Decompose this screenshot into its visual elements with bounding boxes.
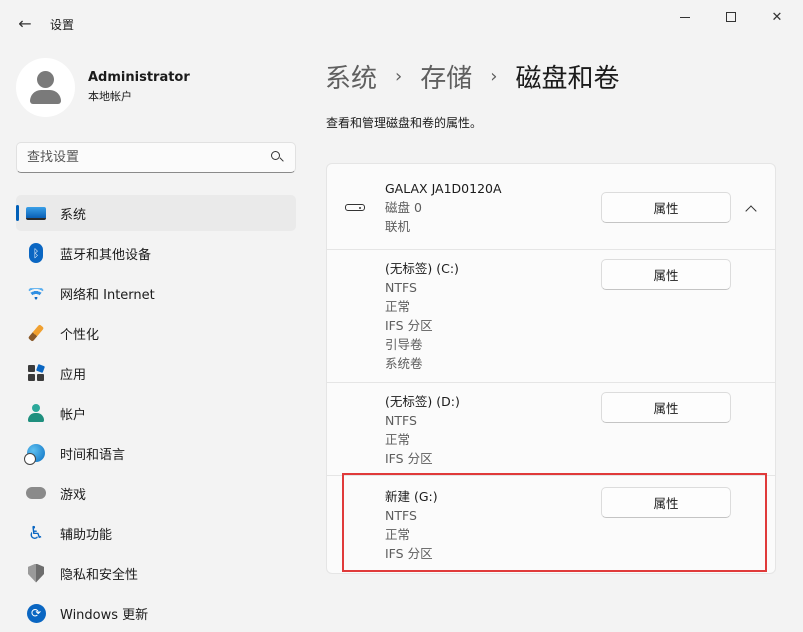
person-icon xyxy=(26,403,46,423)
shield-icon xyxy=(26,563,46,583)
sidebar-item-bluetooth[interactable]: ᛒ 蓝牙和其他设备 xyxy=(16,235,296,271)
close-button[interactable]: ✕ xyxy=(754,6,800,28)
volume-item-c: (无标签) (C:) NTFS 正常 IFS 分区 引导卷 系统卷 属性 xyxy=(327,250,775,383)
sidebar-item-personalization[interactable]: 个性化 xyxy=(16,315,296,351)
volume-item-d: (无标签) (D:) NTFS 正常 IFS 分区 属性 xyxy=(327,383,775,476)
volume-health: 正常 xyxy=(385,299,411,314)
disk-properties-button[interactable]: 属性 xyxy=(601,192,731,223)
disk-status: 联机 xyxy=(385,219,411,234)
volume-d-properties-button[interactable]: 属性 xyxy=(601,392,731,423)
bluetooth-icon: ᛒ xyxy=(26,243,46,263)
sidebar-item-label: Windows 更新 xyxy=(60,607,149,623)
accessibility-icon: ♿ xyxy=(27,522,45,544)
monitor-icon xyxy=(26,203,46,223)
sidebar-item-accessibility[interactable]: ♿ 辅助功能 xyxy=(16,515,296,551)
volume-partition-type: IFS 分区 xyxy=(385,451,433,466)
volume-health: 正常 xyxy=(385,432,411,447)
sidebar-item-label: 蓝牙和其他设备 xyxy=(60,247,152,263)
maximize-button[interactable] xyxy=(708,6,754,28)
update-icon: ⟳ xyxy=(26,603,46,623)
sidebar-item-label: 应用 xyxy=(60,367,87,383)
sidebar-item-network[interactable]: 网络和 Internet xyxy=(16,275,296,311)
wifi-icon xyxy=(26,283,46,303)
sidebar-item-label: 帐户 xyxy=(60,407,87,423)
breadcrumb-storage[interactable]: 存储 xyxy=(420,58,472,95)
chevron-right-icon: › xyxy=(490,65,498,87)
sidebar-item-label: 个性化 xyxy=(60,327,100,343)
back-arrow-icon: ← xyxy=(18,13,32,33)
sidebar-item-windows-update[interactable]: ⟳ Windows 更新 xyxy=(16,595,296,631)
minimize-button[interactable] xyxy=(662,6,708,28)
sidebar-item-label: 辅助功能 xyxy=(60,527,113,543)
highlight-box xyxy=(342,473,767,572)
page-description: 查看和管理磁盘和卷的属性。 xyxy=(326,116,483,130)
sidebar-item-privacy[interactable]: 隐私和安全性 xyxy=(16,555,296,591)
globe-clock-icon xyxy=(24,443,46,465)
volume-partition-type: IFS 分区 xyxy=(385,318,433,333)
sidebar-item-time-language[interactable]: 时间和语言 xyxy=(16,435,296,471)
sidebar-item-label: 网络和 Internet xyxy=(60,287,155,303)
sidebar-item-label: 时间和语言 xyxy=(60,447,126,463)
minimize-icon xyxy=(680,16,690,18)
search-icon[interactable] xyxy=(269,150,285,166)
volume-filesystem: NTFS xyxy=(385,413,417,428)
sidebar-item-label: 隐私和安全性 xyxy=(60,567,139,583)
drive-icon xyxy=(345,204,365,211)
app-title: 设置 xyxy=(50,18,75,32)
chevron-right-icon: › xyxy=(395,65,403,87)
volume-c-properties-button[interactable]: 属性 xyxy=(601,259,731,290)
page-title: 磁盘和卷 xyxy=(515,63,620,94)
volume-filesystem: NTFS xyxy=(385,280,417,295)
avatar xyxy=(16,57,75,117)
sidebar-item-label: 系统 xyxy=(60,207,87,223)
close-icon: ✕ xyxy=(771,9,783,25)
search-box xyxy=(16,142,296,173)
volume-label: (无标签) (C:) xyxy=(385,261,459,276)
sidebar-item-system[interactable]: 系统 xyxy=(16,195,296,231)
volume-system-flag: 系统卷 xyxy=(385,356,423,371)
volume-boot-flag: 引导卷 xyxy=(385,337,423,352)
breadcrumb-system[interactable]: 系统 xyxy=(325,58,377,95)
gamepad-icon xyxy=(26,483,46,503)
title-bar: ← 设置 ✕ xyxy=(0,0,803,46)
breadcrumb: 系统 › 存储 › 磁盘和卷 xyxy=(325,56,619,96)
back-button[interactable]: ← xyxy=(12,10,38,36)
disk-header: GALAX JA1D0120A 磁盘 0 联机 属性 xyxy=(327,164,775,250)
disk-number: 磁盘 0 xyxy=(385,200,422,215)
chevron-up-icon xyxy=(745,204,757,217)
volume-label: (无标签) (D:) xyxy=(385,394,460,409)
sidebar-item-accounts[interactable]: 帐户 xyxy=(16,395,296,431)
sidebar-item-gaming[interactable]: 游戏 xyxy=(16,475,296,511)
search-input[interactable] xyxy=(27,150,269,165)
profile-account-type: 本地帐户 xyxy=(88,90,132,103)
maximize-icon xyxy=(726,12,736,22)
collapse-button[interactable] xyxy=(739,196,763,220)
user-profile[interactable]: Administrator 本地帐户 xyxy=(16,56,190,118)
sidebar-nav: 系统 ᛒ 蓝牙和其他设备 网络和 Internet 个性化 应用 帐户 时间和语… xyxy=(16,195,296,632)
sidebar-item-label: 游戏 xyxy=(60,487,87,503)
apps-icon xyxy=(26,363,46,383)
paintbrush-icon xyxy=(26,323,46,343)
disk-name: GALAX JA1D0120A xyxy=(385,181,502,196)
sidebar-item-apps[interactable]: 应用 xyxy=(16,355,296,391)
profile-name: Administrator xyxy=(88,70,190,85)
